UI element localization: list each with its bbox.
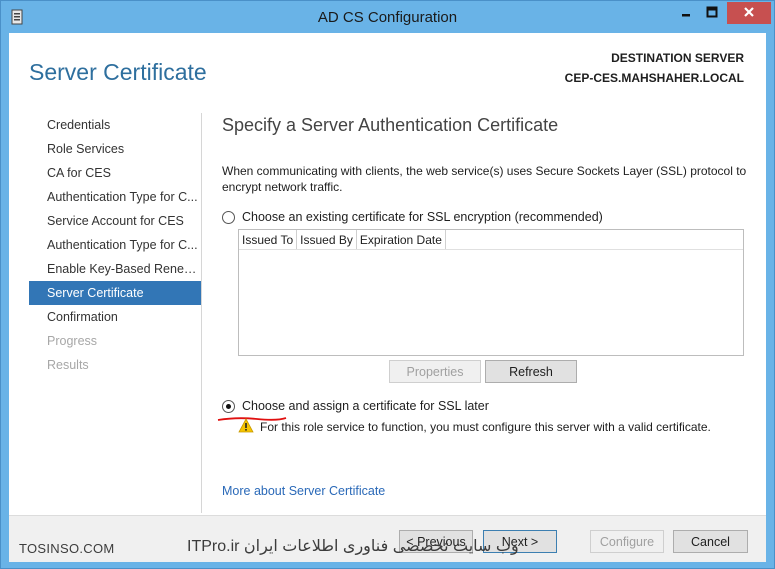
nav-item-authentication-type-cep[interactable]: Authentication Type for C... — [29, 233, 201, 257]
assign-later-label: Choose and assign a certificate for SSL … — [242, 399, 489, 413]
assign-later-option[interactable]: Choose and assign a certificate for SSL … — [222, 399, 489, 413]
maximize-icon — [706, 6, 718, 21]
properties-button[interactable]: Properties — [389, 360, 481, 383]
certificate-warning: For this role service to function, you m… — [238, 418, 711, 436]
nav-item-confirmation[interactable]: Confirmation — [29, 305, 201, 329]
destination-server-value: CEP-CES.MAHSHAHER.LOCAL — [564, 71, 744, 85]
nav-item-progress: Progress — [47, 334, 98, 348]
nav-item-server-certificate[interactable]: Server Certificate — [29, 281, 201, 305]
cancel-button[interactable]: Cancel — [673, 530, 748, 553]
nav-item-authentication-type-ces[interactable]: Authentication Type for C... — [29, 185, 201, 209]
nav-item-results: Results — [47, 358, 89, 372]
destination-server-label: DESTINATION SERVER — [611, 51, 744, 65]
minimize-button[interactable] — [673, 2, 699, 24]
nav-item-service-account[interactable]: Service Account for CES — [29, 209, 201, 233]
nav-item-role-services[interactable]: Role Services — [29, 137, 201, 161]
close-icon — [743, 6, 755, 21]
nav-item-credentials[interactable]: Credentials — [29, 113, 201, 137]
maximize-button[interactable] — [699, 2, 725, 24]
warning-icon — [238, 418, 260, 436]
column-issued-by[interactable]: Issued By — [297, 230, 357, 249]
watermark-itpro: وب سایت تخصصی فناوری اطلاعات ایران ITPro… — [187, 538, 519, 555]
warning-text: For this role service to function, you m… — [260, 420, 711, 434]
existing-certificate-label: Choose an existing certificate for SSL e… — [242, 210, 603, 224]
existing-certificate-option[interactable]: Choose an existing certificate for SSL e… — [222, 210, 603, 224]
wizard-nav: Credentials Role Services CA for CES Aut… — [29, 113, 201, 377]
section-heading: Specify a Server Authentication Certific… — [222, 115, 559, 135]
wizard-footer: TOSINSO.COM < Previous Next > Configure … — [9, 515, 766, 562]
title-bar[interactable]: AD CS Configuration — [1, 1, 774, 33]
section-description: When communicating with clients, the web… — [222, 164, 747, 194]
column-issued-to[interactable]: Issued To — [239, 230, 298, 249]
minimize-icon — [680, 6, 692, 21]
nav-item-ca-for-ces[interactable]: CA for CES — [29, 161, 201, 185]
window-title: AD CS Configuration — [317, 9, 458, 26]
nav-item-key-based-renewal[interactable]: Enable Key-Based Renew... — [29, 257, 201, 281]
refresh-button[interactable]: Refresh — [485, 360, 577, 383]
close-button[interactable] — [727, 2, 771, 24]
assign-later-radio[interactable] — [222, 399, 235, 413]
configure-button[interactable]: Configure — [590, 530, 664, 553]
page-title: Server Certificate — [29, 59, 207, 85]
nav-divider — [201, 113, 202, 513]
configuration-window: AD CS Configuration Server Certificate D… — [0, 0, 775, 569]
watermark-tosinso: TOSINSO.COM — [19, 541, 115, 556]
certificate-list-header: Issued To Issued By Expiration Date — [239, 230, 743, 250]
wizard-client-area: Server Certificate DESTINATION SERVER CE… — [9, 33, 766, 562]
existing-certificate-radio[interactable] — [222, 210, 235, 224]
more-about-server-certificate-link[interactable]: More about Server Certificate — [222, 484, 385, 498]
column-expiration-date[interactable]: Expiration Date — [357, 230, 446, 249]
certificate-list[interactable]: Issued To Issued By Expiration Date — [238, 229, 744, 356]
